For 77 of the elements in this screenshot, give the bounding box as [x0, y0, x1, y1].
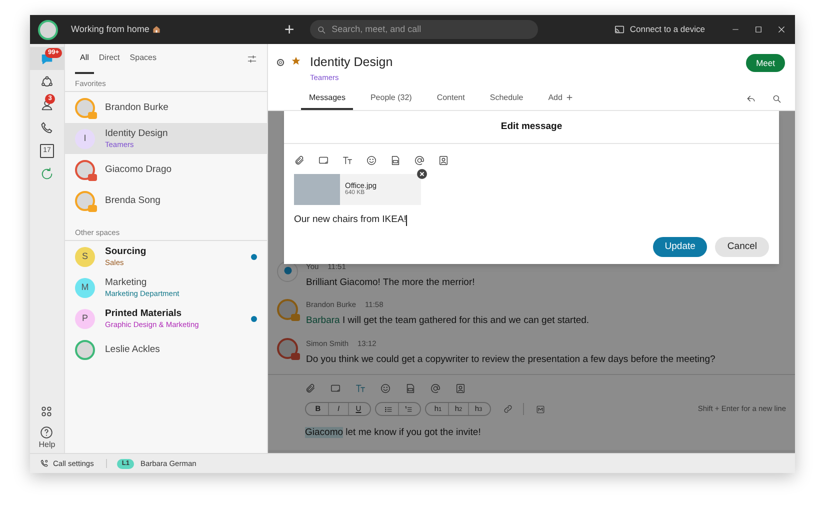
close-icon[interactable]	[777, 25, 786, 34]
filter-icon[interactable]	[247, 54, 257, 64]
paperclip-icon[interactable]	[294, 155, 305, 166]
house-icon[interactable]	[152, 25, 162, 34]
whiteboard-icon[interactable]	[318, 155, 329, 166]
search-input[interactable]: Search, meet, and call	[332, 22, 532, 36]
message-text: Barbara I will get the team gathered for this and we can get started.	[306, 314, 590, 328]
message-text: Brilliant Giacomo! The more the merrior!	[306, 276, 475, 290]
space-title: Identity Design	[310, 55, 393, 71]
meet-button[interactable]: Meet	[746, 54, 785, 72]
message-input[interactable]: Giacomo let me know if you got the invite!	[305, 426, 758, 440]
gif-icon[interactable]	[390, 155, 401, 166]
space-avatar: P	[75, 308, 95, 328]
photo-placeholder	[294, 174, 340, 205]
conversation-name: Leslie Ackles	[105, 344, 160, 356]
conversation-name: Marketing	[105, 276, 148, 289]
plus-icon	[566, 94, 574, 101]
paperclip-icon[interactable]	[305, 383, 316, 394]
search-icon[interactable]	[317, 24, 327, 34]
space-tab[interactable]: Add	[540, 88, 582, 110]
conversation-item[interactable]: Leslie Ackles	[65, 334, 267, 365]
dialog-title: Edit message	[500, 120, 562, 134]
bullet-list-icon[interactable]	[384, 404, 392, 414]
conversation-name: Brenda Song	[105, 194, 160, 206]
user-avatar[interactable]	[38, 20, 58, 40]
space-tab[interactable]: Schedule	[482, 88, 532, 110]
help-label[interactable]: Help	[38, 439, 56, 451]
conversation-name: Sourcing	[105, 246, 146, 258]
status-text[interactable]: Working from home	[71, 22, 150, 36]
search-icon[interactable]	[772, 94, 782, 104]
whiteboard-icon[interactable]	[330, 383, 341, 394]
emoji-icon[interactable]	[366, 155, 377, 166]
apps-grid-icon[interactable]	[40, 405, 54, 418]
list-tab[interactable]: Direct	[94, 44, 125, 74]
message-text: Do you think we could get a copywriter to review the presentation a few days before the meeting?	[306, 352, 716, 367]
conversation-item[interactable]: Brandon Burke	[65, 92, 267, 123]
new-button[interactable]: +	[284, 21, 294, 38]
star-icon[interactable]	[291, 56, 301, 66]
remove-attachment-button[interactable]	[417, 169, 427, 179]
mention-icon[interactable]	[414, 155, 425, 166]
numbered-list-icon[interactable]	[404, 404, 413, 414]
connect-device-button[interactable]: Connect to a device	[630, 23, 705, 36]
conversation-name: Printed Materials	[105, 308, 183, 320]
contact-card-icon[interactable]	[438, 155, 449, 166]
gif-icon[interactable]	[405, 383, 416, 394]
mention-icon[interactable]	[430, 383, 441, 394]
share-icon[interactable]	[746, 94, 756, 104]
close-icon	[419, 171, 425, 177]
help-icon[interactable]	[40, 426, 54, 439]
update-button[interactable]: Update	[652, 237, 708, 257]
settings-icon[interactable]	[276, 58, 285, 67]
maximize-icon[interactable]	[754, 25, 763, 34]
phone-icon[interactable]	[40, 120, 54, 134]
conversation-item[interactable]: Brenda Song	[65, 185, 267, 216]
conversation-name: Identity Design	[105, 128, 168, 140]
list-tab[interactable]: Spaces	[124, 44, 162, 74]
emoji-icon[interactable]	[380, 383, 391, 394]
link-icon[interactable]	[503, 404, 513, 414]
conversation-name: Giacomo Drago	[105, 164, 172, 176]
screen-cast-icon[interactable]	[614, 24, 625, 35]
contact-card-icon[interactable]	[455, 383, 466, 394]
conversation-item[interactable]: Giacomo Drago	[65, 154, 267, 185]
refresh-icon[interactable]	[40, 166, 54, 180]
space-tab[interactable]: People (32)	[362, 88, 420, 110]
conversation-name: Brandon Burke	[105, 102, 168, 114]
text-format-icon[interactable]	[342, 155, 353, 166]
space-avatar: I	[75, 128, 95, 148]
search-field[interactable]: Search, meet, and call	[310, 20, 538, 39]
space-avatar: M	[75, 278, 95, 298]
markdown-icon[interactable]	[536, 404, 545, 414]
message-input[interactable]: Our new chairs from IKEA!	[294, 213, 779, 228]
list-tab[interactable]: All	[75, 44, 94, 74]
cancel-button[interactable]: Cancel	[715, 237, 769, 257]
space-avatar: S	[75, 246, 95, 266]
phone-settings-icon[interactable]	[40, 459, 49, 468]
team-circle-icon[interactable]	[40, 74, 54, 88]
space-tab[interactable]: Content	[428, 88, 473, 110]
